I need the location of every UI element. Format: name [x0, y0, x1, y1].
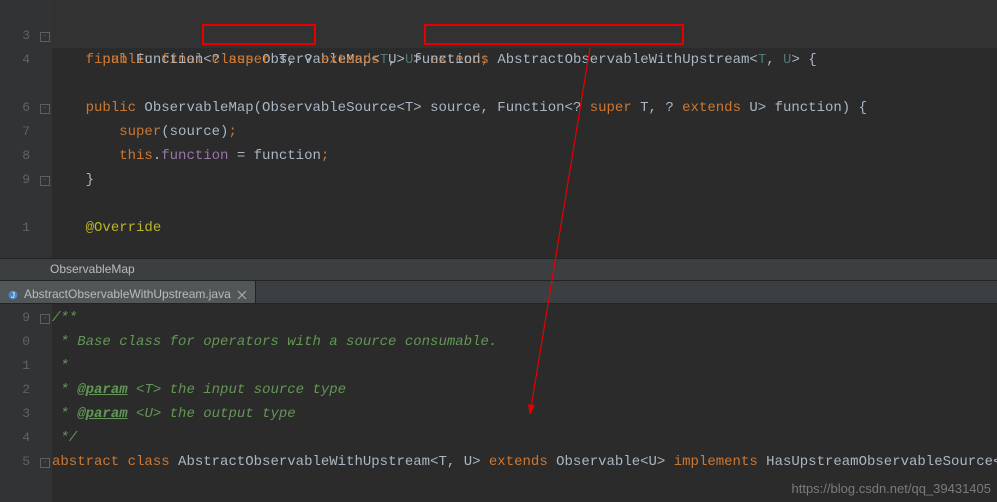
code-line: @Override	[52, 216, 161, 240]
line-number: 4	[0, 430, 30, 445]
code-line-class-decl: abstract class AbstractObservableWithUps…	[52, 450, 997, 474]
close-icon[interactable]	[237, 289, 247, 299]
doc-comment: * Base class for operators with a source…	[52, 334, 497, 350]
line-number: 7	[0, 124, 30, 139]
fold-marker-icon[interactable]: -	[40, 104, 50, 114]
line-number: 3	[0, 28, 30, 43]
line-number: 1	[0, 358, 30, 373]
code-line: super(source);	[52, 120, 237, 144]
fold-marker-icon[interactable]: -	[40, 458, 50, 468]
doc-tag-param: @param	[77, 382, 127, 398]
annotation: @Override	[86, 220, 162, 236]
doc-comment: /**	[52, 310, 77, 326]
fold-marker-icon[interactable]: -	[40, 32, 50, 42]
fold-marker-icon[interactable]: -	[40, 176, 50, 186]
code-line: final Function<? super T, ? extends U> f…	[52, 48, 489, 72]
line-number: 2	[0, 382, 30, 397]
code-line-class-decl: public final class ObservableMap<T, U> e…	[52, 24, 997, 48]
line-number: 8	[0, 148, 30, 163]
doc-tag-param: @param	[77, 406, 127, 422]
breadcrumb-item[interactable]: ObservableMap	[50, 262, 135, 276]
line-number: 5	[0, 454, 30, 469]
line-number: 0	[0, 334, 30, 349]
java-file-icon: J	[8, 289, 18, 299]
gutter-top: 3 4 6 7 8 9 1 - - -	[0, 0, 52, 258]
svg-text:J: J	[11, 291, 15, 300]
line-number: 4	[0, 52, 30, 67]
doc-comment: *	[52, 358, 69, 374]
tab-abstract-observable[interactable]: J AbstractObservableWithUpstream.java	[0, 281, 256, 303]
watermark: https://blog.csdn.net/qq_39431405	[792, 481, 992, 496]
superclass-name: AbstractObservableWithUpstream	[497, 52, 749, 68]
tab-bar: J AbstractObservableWithUpstream.java	[0, 280, 997, 304]
line-number: 3	[0, 406, 30, 421]
code-area-bottom[interactable]: /** * Base class for operators with a so…	[52, 304, 997, 448]
gutter-bottom: 9 0 1 2 3 4 5 - -	[0, 304, 52, 502]
editor-pane-top: 3 4 6 7 8 9 1 - - - public final class O…	[0, 0, 997, 258]
code-area-top[interactable]: public final class ObservableMap<T, U> e…	[52, 0, 997, 160]
code-line: public ObservableMap(ObservableSource<T>…	[52, 96, 867, 120]
editor-pane-bottom: 9 0 1 2 3 4 5 - - /** * Base class for o…	[0, 304, 997, 502]
line-number: 9	[0, 310, 30, 325]
code-line: this.function = function;	[52, 144, 329, 168]
line-number: 6	[0, 100, 30, 115]
fold-marker-icon[interactable]: -	[40, 314, 50, 324]
breadcrumb[interactable]: ObservableMap	[0, 258, 997, 280]
line-number: 1	[0, 220, 30, 235]
code-line: }	[52, 168, 94, 192]
tab-label: AbstractObservableWithUpstream.java	[24, 287, 231, 301]
doc-comment: */	[52, 430, 77, 446]
line-number: 9	[0, 172, 30, 187]
